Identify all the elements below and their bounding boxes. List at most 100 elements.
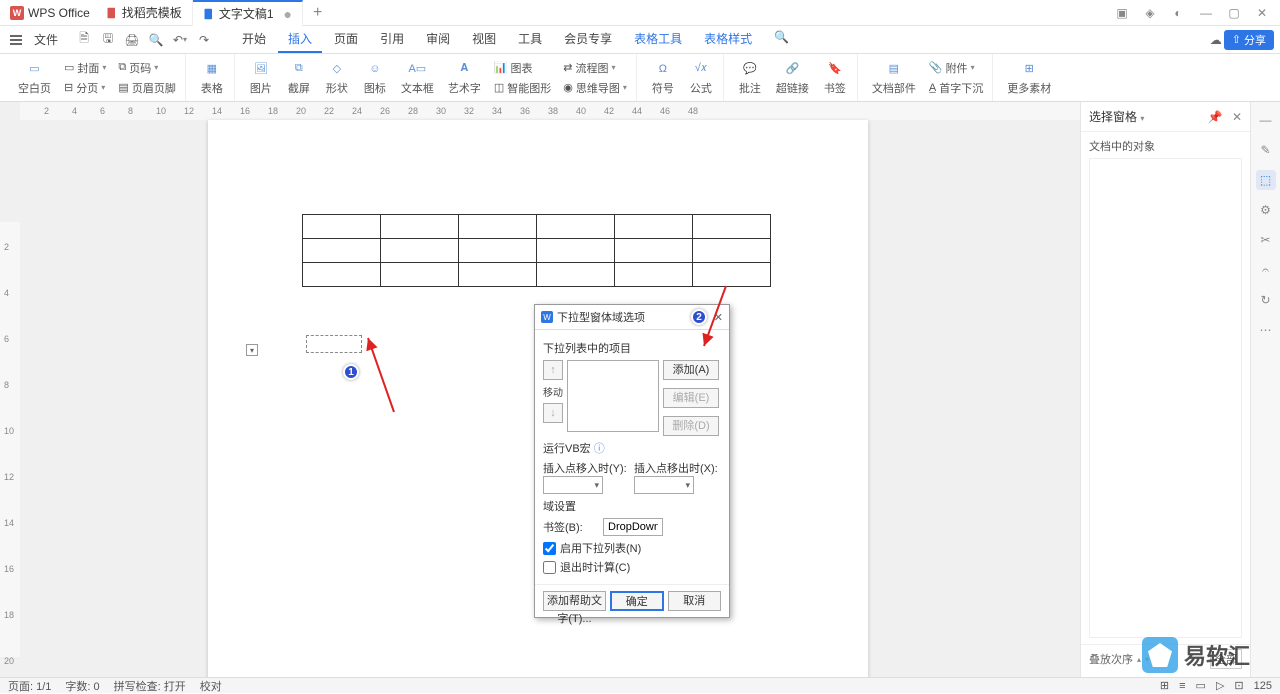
tab-page[interactable]: 页面 xyxy=(324,26,368,53)
objects-list[interactable] xyxy=(1089,158,1242,638)
share-button[interactable]: ⇧ 分享 xyxy=(1224,30,1274,50)
tab-close-icon[interactable]: ● xyxy=(284,6,292,22)
panel-close-icon[interactable]: ✕ xyxy=(1232,110,1242,124)
minimize-button[interactable]: — xyxy=(1198,5,1214,21)
new-tab-button[interactable]: + xyxy=(303,4,332,22)
stack-up-icon[interactable]: ▴ xyxy=(1137,655,1141,664)
page-status[interactable]: 页面: 1/1 xyxy=(8,678,51,694)
ok-button[interactable]: 确定 xyxy=(610,591,664,611)
icon-button[interactable]: ☺图标 xyxy=(359,58,391,98)
rail-pencil-icon[interactable]: ✎ xyxy=(1256,140,1276,160)
search-icon[interactable]: 🔍 xyxy=(764,26,799,53)
window-box-icon[interactable]: ▣ xyxy=(1114,5,1130,21)
cancel-button[interactable]: 取消 xyxy=(668,591,721,611)
cloud-icon[interactable]: ☁ xyxy=(1208,32,1224,48)
tab-templates[interactable]: 找稻壳模板 xyxy=(96,0,193,26)
blank-page-button[interactable]: ▭空白页 xyxy=(14,58,55,98)
document-table[interactable] xyxy=(302,214,771,287)
enter-macro-label: 插入点移入时(Y): xyxy=(543,460,630,476)
enable-dropdown-checkbox[interactable]: 启用下拉列表(N) xyxy=(543,540,721,556)
table-button[interactable]: ▦表格 xyxy=(196,58,228,98)
flow-button[interactable]: ⇄ 流程图▾ xyxy=(560,59,630,77)
tab-document[interactable]: 文字文稿1 ● xyxy=(193,0,303,26)
picture-button[interactable]: 🖼图片 xyxy=(245,58,277,98)
bookmark-button[interactable]: 🔖书签 xyxy=(819,58,851,98)
rail-refresh-icon[interactable]: ↻ xyxy=(1256,290,1276,310)
zoom-level[interactable]: 125 xyxy=(1254,680,1272,692)
items-listbox[interactable] xyxy=(567,360,659,432)
break-button[interactable]: ⊟ 分页▾ xyxy=(61,79,109,97)
add-button[interactable]: 添加(A) xyxy=(663,360,719,380)
exit-macro-select[interactable]: ▾ xyxy=(634,476,694,494)
tab-insert[interactable]: 插入 xyxy=(278,26,322,53)
hamburger-icon[interactable] xyxy=(6,35,26,45)
pin-icon[interactable]: 📌 xyxy=(1208,110,1223,124)
symbol-button[interactable]: Ω符号 xyxy=(647,58,679,98)
print-icon[interactable]: 🖨 xyxy=(124,32,140,48)
move-label: 移动 xyxy=(543,384,563,399)
tab-member[interactable]: 会员专享 xyxy=(554,26,622,53)
chart-button[interactable]: 📊 图表 xyxy=(491,59,554,77)
dialog-titlebar[interactable]: W 下拉型窗体域选项 2 ✕ xyxy=(535,305,729,330)
user-avatar-icon[interactable]: ◐ xyxy=(1170,5,1186,21)
tab-start[interactable]: 开始 xyxy=(232,26,276,53)
more-resources-button[interactable]: ⊞更多素材 xyxy=(1003,58,1055,98)
cover-button[interactable]: ▭ 封面▾ xyxy=(61,59,109,77)
bookmark-input[interactable] xyxy=(603,518,663,536)
save-icon[interactable]: 🖫 xyxy=(100,32,116,48)
link-button[interactable]: 🔗超链接 xyxy=(772,58,813,98)
enter-macro-select[interactable]: ▾ xyxy=(543,476,603,494)
tab-view[interactable]: 视图 xyxy=(462,26,506,53)
workspace: 2468101214161820222426283032343638404244… xyxy=(0,102,1080,677)
tab-ref[interactable]: 引用 xyxy=(370,26,414,53)
view-outline-icon[interactable]: ≡ xyxy=(1179,680,1185,692)
screenshot-button[interactable]: ⧉截屏 xyxy=(283,58,315,98)
rail-more-icon[interactable]: ⋯ xyxy=(1256,320,1276,340)
redo-icon[interactable]: ↷ xyxy=(196,32,212,48)
rail-crop-icon[interactable]: ✂ xyxy=(1256,230,1276,250)
review-status[interactable]: 校对 xyxy=(200,678,222,694)
spell-status[interactable]: 拼写检查: 打开 xyxy=(114,678,186,694)
pagenum-button[interactable]: ⧉ 页码▾ xyxy=(115,59,178,77)
new-icon[interactable]: 🗎 xyxy=(76,32,92,48)
help-text-button[interactable]: 添加帮助文字(T)... xyxy=(543,591,606,611)
view-web-icon[interactable]: ⊡ xyxy=(1234,679,1243,692)
header-button[interactable]: ▤ 页眉页脚 xyxy=(115,79,178,97)
comment-button[interactable]: 💬批注 xyxy=(734,58,766,98)
undo-icon[interactable]: ↶▾ xyxy=(172,32,188,48)
smart-button[interactable]: ◫ 智能图形 xyxy=(491,79,554,97)
tab-tools[interactable]: 工具 xyxy=(508,26,552,53)
delete-button[interactable]: 删除(D) xyxy=(663,416,719,436)
dialog-close-icon[interactable]: ✕ xyxy=(714,311,723,324)
docpart-button[interactable]: ▤文档部件 xyxy=(868,58,920,98)
attach-button[interactable]: 📎 附件▾ xyxy=(926,59,986,77)
view-read-icon[interactable]: ▷ xyxy=(1216,679,1224,692)
move-down-button[interactable]: ↓ xyxy=(543,403,563,423)
status-bar: 页面: 1/1 字数: 0 拼写检查: 打开 校对 ⊞ ≡ ▭ ▷ ⊡ 125 xyxy=(0,677,1280,693)
rail-settings-icon[interactable]: ⚙ xyxy=(1256,200,1276,220)
textbox-button[interactable]: A▭文本框 xyxy=(397,58,438,98)
dropcap-button[interactable]: A̲ 首字下沉 xyxy=(926,79,986,97)
word-count[interactable]: 字数: 0 xyxy=(65,678,99,694)
close-button[interactable]: ✕ xyxy=(1254,5,1270,21)
view-page-icon[interactable]: ▭ xyxy=(1196,679,1206,692)
move-up-button[interactable]: ↑ xyxy=(543,360,563,380)
table-grip-icon[interactable]: ▾ xyxy=(246,344,258,356)
shape-button[interactable]: ◇形状 xyxy=(321,58,353,98)
tab-table-tools[interactable]: 表格工具 xyxy=(624,26,692,53)
rail-select-icon[interactable]: ⬚ xyxy=(1256,170,1276,190)
preview-icon[interactable]: 🔍 xyxy=(148,32,164,48)
formula-button[interactable]: √𝑥公式 xyxy=(685,58,717,98)
maximize-button[interactable]: ▢ xyxy=(1226,5,1242,21)
edit-button[interactable]: 编辑(E) xyxy=(663,388,719,408)
tab-table-style[interactable]: 表格样式 xyxy=(694,26,762,53)
rail-link-icon[interactable]: 𝄐 xyxy=(1256,260,1276,280)
wordart-button[interactable]: 𝐀艺术字 xyxy=(444,58,485,98)
window-cube-icon[interactable]: ◈ xyxy=(1142,5,1158,21)
file-menu[interactable]: 文件 xyxy=(26,31,66,48)
mind-button[interactable]: ◉ 思维导图▾ xyxy=(560,79,630,97)
rail-minus-icon[interactable]: — xyxy=(1256,110,1276,130)
view-grid-icon[interactable]: ⊞ xyxy=(1160,679,1169,692)
exit-calc-checkbox[interactable]: 退出时计算(C) xyxy=(543,559,721,575)
tab-review[interactable]: 审阅 xyxy=(416,26,460,53)
